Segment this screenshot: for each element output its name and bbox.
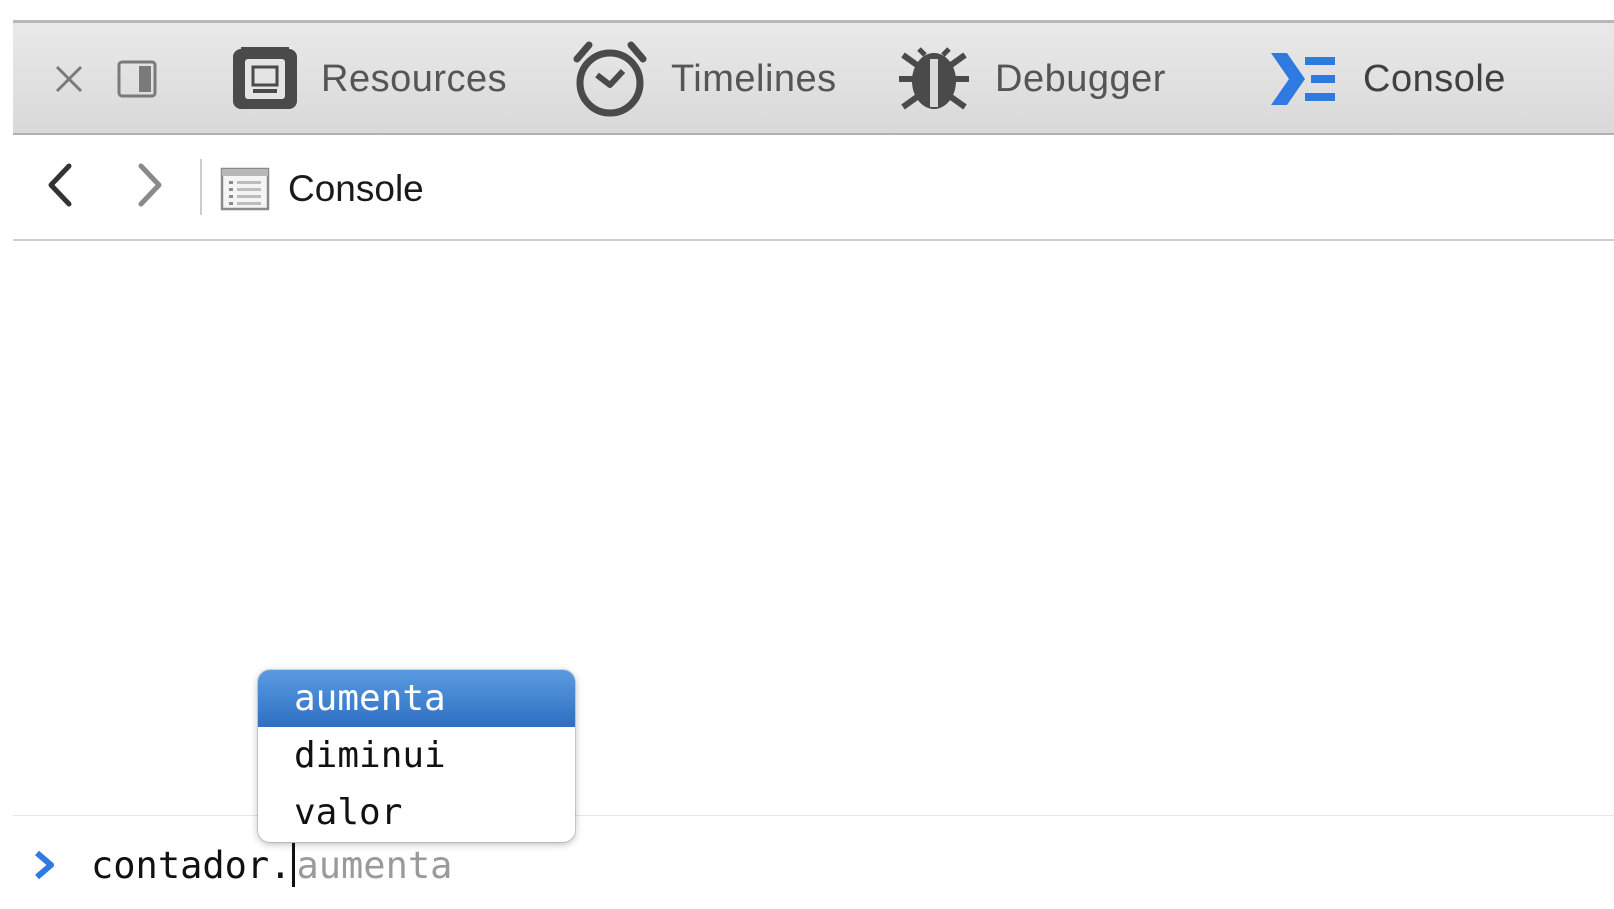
forward-button[interactable] bbox=[125, 159, 175, 215]
dock-toggle-icon bbox=[117, 60, 157, 98]
autocomplete-item[interactable]: valor bbox=[258, 784, 575, 841]
autocomplete-item-label: diminui bbox=[294, 735, 446, 776]
navigation-bar: Console bbox=[13, 135, 1614, 241]
back-button[interactable] bbox=[35, 159, 85, 215]
log-icon bbox=[220, 167, 270, 211]
tab-debugger[interactable]: Debugger bbox=[895, 23, 1166, 135]
prompt-input-text: contador. bbox=[91, 843, 292, 887]
prompt-completion-hint: aumenta bbox=[296, 843, 453, 887]
debugger-icon bbox=[895, 41, 973, 117]
chevron-left-icon bbox=[43, 162, 77, 213]
autocomplete-item[interactable]: diminui bbox=[258, 727, 575, 784]
breadcrumb-label: Console bbox=[288, 168, 424, 209]
close-icon bbox=[53, 63, 85, 95]
dock-toggle-button[interactable] bbox=[117, 23, 179, 135]
chevron-right-icon bbox=[133, 162, 167, 213]
inspector-tab-bar: Resources Timelines Debugger Console bbox=[13, 20, 1614, 135]
autocomplete-item[interactable]: aumenta bbox=[258, 670, 575, 727]
tab-timelines-label: Timelines bbox=[671, 57, 837, 100]
tab-timelines[interactable]: Timelines bbox=[571, 23, 837, 135]
autocomplete-item-label: aumenta bbox=[294, 678, 446, 719]
breadcrumb[interactable]: Console bbox=[220, 161, 424, 217]
prompt-divider bbox=[13, 815, 1614, 816]
nav-divider bbox=[200, 159, 202, 215]
tab-console-label: Console bbox=[1363, 57, 1506, 100]
autocomplete-popup: aumenta diminui valor bbox=[258, 670, 575, 842]
close-button[interactable] bbox=[53, 23, 107, 135]
console-prompt[interactable]: contador. aumenta bbox=[13, 838, 1614, 892]
console-output[interactable] bbox=[13, 241, 1614, 909]
console-icon bbox=[1265, 49, 1341, 109]
web-inspector-window: Resources Timelines Debugger Console Con… bbox=[0, 0, 1614, 909]
resources-icon bbox=[231, 47, 299, 111]
tab-debugger-label: Debugger bbox=[995, 57, 1166, 100]
tab-resources-label: Resources bbox=[321, 57, 508, 100]
text-caret bbox=[292, 843, 296, 887]
tab-console[interactable]: Console bbox=[1265, 23, 1506, 135]
autocomplete-item-label: valor bbox=[294, 792, 403, 833]
tab-resources[interactable]: Resources bbox=[231, 23, 507, 135]
timelines-icon bbox=[571, 41, 649, 117]
prompt-chevron-icon bbox=[33, 850, 75, 880]
